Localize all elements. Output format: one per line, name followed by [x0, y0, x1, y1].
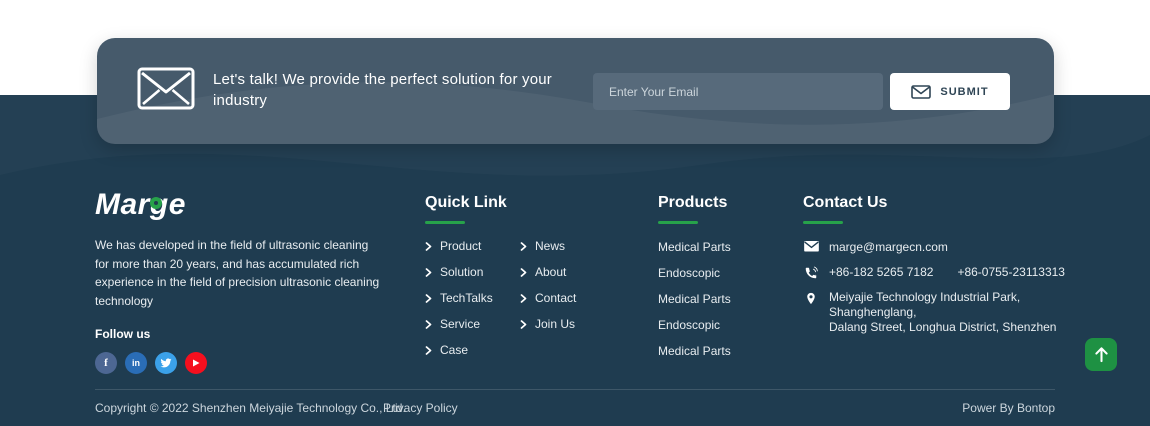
- privacy-policy-link[interactable]: Privacy Policy: [383, 401, 458, 415]
- brand-logo: Marge: [95, 188, 186, 222]
- chevron-right-icon: [520, 294, 527, 303]
- location-pin-icon: [803, 290, 819, 335]
- email-input[interactable]: [593, 73, 883, 110]
- quick-link-column: Quick Link Product News Solution About T…: [425, 194, 645, 357]
- submit-label: SUBMIT: [940, 86, 988, 98]
- facebook-icon[interactable]: f: [95, 352, 117, 374]
- contact-address-row: Meiyajie Technology Industrial Park, Sha…: [803, 290, 1065, 335]
- mail-icon: [803, 240, 819, 255]
- products-underline: [658, 221, 698, 224]
- contact-address: Meiyajie Technology Industrial Park, Sha…: [829, 290, 1065, 335]
- company-description: We has developed in the field of ultraso…: [95, 236, 381, 310]
- link-case[interactable]: Case: [425, 344, 520, 357]
- quick-link-title: Quick Link: [425, 194, 645, 212]
- product-item[interactable]: Medical Parts: [658, 345, 798, 358]
- twitter-icon[interactable]: [155, 352, 177, 374]
- contact-column: Contact Us marge@margecn.com +86-182 526…: [803, 194, 1065, 335]
- product-item[interactable]: Medical Parts: [658, 241, 798, 254]
- follow-us-label: Follow us: [95, 327, 395, 341]
- products-column: Products Medical Parts Endoscopic Medica…: [658, 194, 798, 358]
- newsletter-heading: Let's talk! We provide the perfect solut…: [213, 69, 573, 111]
- product-item[interactable]: Endoscopic: [658, 319, 798, 332]
- contact-email[interactable]: marge@margecn.com: [829, 240, 948, 255]
- products-title: Products: [658, 194, 798, 212]
- chevron-right-icon: [520, 268, 527, 277]
- submit-envelope-icon: [911, 85, 931, 99]
- quick-link-underline: [425, 221, 465, 224]
- chevron-right-icon: [520, 242, 527, 251]
- link-contact[interactable]: Contact: [520, 292, 645, 305]
- product-item[interactable]: Endoscopic: [658, 267, 798, 280]
- arrow-up-icon: [1094, 346, 1109, 363]
- scroll-to-top-button[interactable]: [1085, 338, 1117, 371]
- chevron-right-icon: [425, 294, 432, 303]
- newsletter-banner: Let's talk! We provide the perfect solut…: [97, 38, 1054, 144]
- product-item[interactable]: Medical Parts: [658, 293, 798, 306]
- linkedin-icon[interactable]: in: [125, 352, 147, 374]
- contact-underline: [803, 221, 843, 224]
- footer-about-column: Marge We has developed in the field of u…: [95, 188, 395, 374]
- envelope-icon: [137, 67, 195, 110]
- chevron-right-icon: [425, 320, 432, 329]
- submit-button[interactable]: SUBMIT: [890, 73, 1010, 110]
- page: Let's talk! We provide the perfect solut…: [0, 0, 1150, 426]
- youtube-play-icon: [191, 358, 201, 368]
- link-join-us[interactable]: Join Us: [520, 318, 645, 331]
- link-news[interactable]: News: [520, 240, 645, 253]
- link-about[interactable]: About: [520, 266, 645, 279]
- contact-title: Contact Us: [803, 194, 1065, 212]
- contact-email-row: marge@margecn.com: [803, 240, 1065, 255]
- link-service[interactable]: Service: [425, 318, 520, 331]
- link-product[interactable]: Product: [425, 240, 520, 253]
- contact-phone-row: +86-182 5265 7182 +86-0755-23113313: [803, 265, 1065, 280]
- chevron-right-icon: [425, 346, 432, 355]
- copyright-text: Copyright © 2022 Shenzhen Meiyajie Techn…: [95, 401, 406, 415]
- quick-link-grid: Product News Solution About TechTalks Co…: [425, 240, 645, 357]
- link-solution[interactable]: Solution: [425, 266, 520, 279]
- contact-phone-2[interactable]: +86-0755-23113313: [957, 265, 1065, 280]
- chevron-right-icon: [520, 320, 527, 329]
- footer-divider: [95, 389, 1055, 390]
- link-techtalks[interactable]: TechTalks: [425, 292, 520, 305]
- logo-green-dot: [150, 197, 162, 209]
- chevron-right-icon: [425, 242, 432, 251]
- contact-list: marge@margecn.com +86-182 5265 7182 +86-…: [803, 240, 1065, 335]
- twitter-bird-icon: [160, 357, 172, 369]
- power-by-text[interactable]: Power By Bontop: [962, 401, 1055, 415]
- phone-icon: [803, 265, 819, 280]
- youtube-icon[interactable]: [185, 352, 207, 374]
- social-icons-row: f in: [95, 352, 395, 374]
- products-list: Medical Parts Endoscopic Medical Parts E…: [658, 241, 798, 358]
- contact-phone-1[interactable]: +86-182 5265 7182: [829, 265, 933, 280]
- chevron-right-icon: [425, 268, 432, 277]
